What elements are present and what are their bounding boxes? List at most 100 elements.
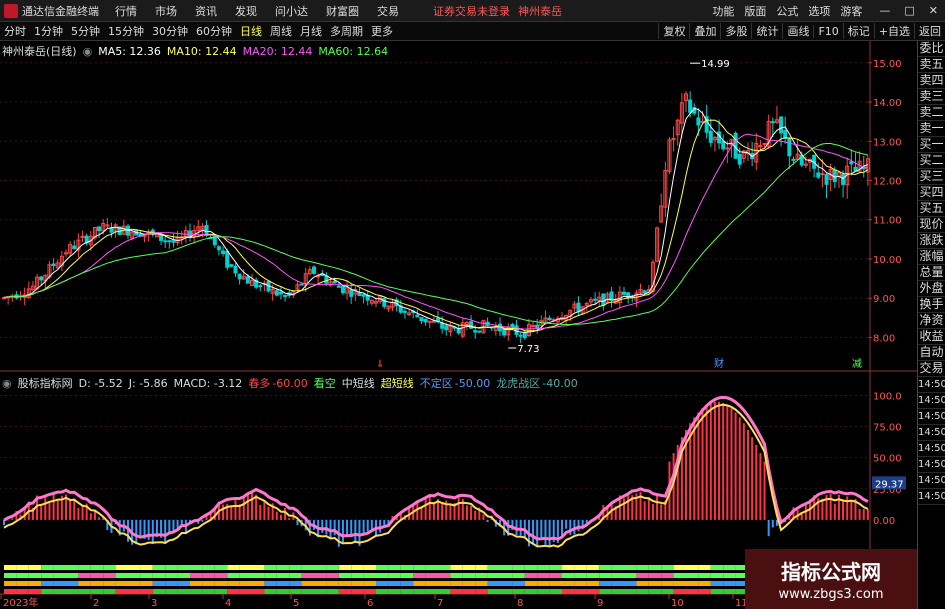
candle-body — [696, 117, 701, 126]
period-monthly[interactable]: 月线 — [296, 23, 326, 39]
legend-ma20: MA20: 12.44 — [242, 44, 313, 58]
date-axis-label: 3 — [151, 598, 157, 609]
legend-toggle-icon[interactable]: ◉ — [83, 45, 93, 58]
signal-strip-segment — [165, 589, 178, 594]
chart-area[interactable]: 15.00 14.00 13.00 12.00 11.00 10.00 9.00 8.00 10… — [0, 41, 917, 609]
tool-back[interactable]: 返回 — [914, 23, 945, 39]
user-guest[interactable]: 游客 — [840, 3, 862, 19]
side-item-buy1[interactable]: 买一 — [918, 137, 945, 153]
date-axis-label: 10 — [671, 598, 684, 609]
indicator-longhu: 龙虎战区 — [496, 377, 541, 390]
tool-huaxian[interactable]: 画线 — [782, 23, 813, 39]
minimize-icon[interactable]: — — [879, 4, 890, 17]
menu-item-caifuquan[interactable]: 财富圈 — [326, 3, 359, 19]
signal-strip-segment — [475, 565, 488, 570]
signal-strip-segment — [400, 565, 414, 570]
period-daily[interactable]: 日线 — [236, 23, 266, 39]
signal-strip-segment — [710, 589, 724, 594]
signal-strip-segment — [289, 589, 302, 594]
maximize-icon[interactable]: □ — [904, 4, 914, 17]
side-item-sell1[interactable]: 卖一 — [918, 121, 945, 137]
side-item-sell3[interactable]: 卖三 — [918, 89, 945, 105]
signal-strip-segment — [363, 581, 376, 586]
menu-item-gongneng[interactable]: 功能 — [712, 3, 734, 19]
signal-strip-segment — [289, 565, 302, 570]
side-item-net-assets[interactable]: 净资 — [918, 313, 945, 329]
side-item-outer[interactable]: 外盘 — [918, 281, 945, 297]
period-1min[interactable]: 1分钟 — [30, 23, 67, 39]
side-item-turnover[interactable]: 换手 — [918, 297, 945, 313]
side-item-buy2[interactable]: 买二 — [918, 153, 945, 169]
candle-body — [431, 320, 436, 323]
menu-item-banmian[interactable]: 版面 — [744, 3, 766, 19]
side-item-price[interactable]: 现价 — [918, 217, 945, 233]
signal-strip-segment — [90, 581, 104, 586]
signal-strip-segment — [549, 581, 562, 586]
signal-strip-segment — [599, 581, 612, 586]
period-60min[interactable]: 60分钟 — [192, 23, 236, 39]
signal-strip-segment — [698, 589, 711, 594]
signal-strip-segment — [636, 573, 649, 578]
tool-fuquan[interactable]: 复权 — [658, 23, 689, 39]
tool-tongji[interactable]: 统计 — [751, 23, 782, 39]
side-item-weibi[interactable]: 委比 — [918, 41, 945, 57]
price-tick-label: 13.00 — [873, 137, 902, 148]
signal-strip-segment — [586, 589, 600, 594]
candle-body — [402, 310, 407, 313]
tool-duogu[interactable]: 多股 — [720, 23, 751, 39]
signal-strip-segment — [78, 565, 91, 570]
signal-strip-segment — [177, 565, 190, 570]
menu-item-shichang[interactable]: 市场 — [155, 3, 177, 19]
menu-item-faxian[interactable]: 发现 — [235, 3, 257, 19]
menu-item-jiaoyi[interactable]: 交易 — [377, 3, 399, 19]
signal-strip-segment — [326, 573, 339, 578]
signal-strip-segment — [78, 573, 91, 578]
indicator-name[interactable]: 股标指标网 — [18, 375, 73, 391]
signal-strip-segment — [66, 573, 79, 578]
tool-biaoji[interactable]: 标记 — [842, 23, 874, 39]
signal-strip-segment — [214, 573, 228, 578]
menu-item-hangqing[interactable]: 行情 — [115, 3, 137, 19]
period-30min[interactable]: 30分钟 — [148, 23, 192, 39]
period-more[interactable]: 更多 — [367, 23, 397, 39]
candle-body — [535, 324, 540, 329]
event-marker: 减 — [852, 358, 862, 370]
side-item-buy5[interactable]: 买五 — [918, 201, 945, 217]
menu-item-zixun[interactable]: 资讯 — [195, 3, 217, 19]
menu-item-gongshi[interactable]: 公式 — [776, 3, 798, 19]
period-fenshi[interactable]: 分时 — [0, 23, 30, 39]
signal-strip-segment — [128, 581, 141, 586]
signal-strip-segment — [140, 573, 153, 578]
side-item-volume[interactable]: 总量 — [918, 265, 945, 281]
menu-item-xuanxiang[interactable]: 选项 — [808, 3, 830, 19]
period-weekly[interactable]: 周线 — [266, 23, 296, 39]
candle-body — [332, 280, 337, 284]
side-item-change[interactable]: 涨跌 — [918, 233, 945, 249]
side-item-buy4[interactable]: 买四 — [918, 185, 945, 201]
tool-f10[interactable]: F10 — [813, 24, 842, 38]
candle-body — [357, 292, 362, 297]
side-item-auto[interactable]: 自动 — [918, 345, 945, 361]
period-multi[interactable]: 多周期 — [326, 23, 367, 39]
tool-diejia[interactable]: 叠加 — [689, 23, 720, 39]
side-item-earnings[interactable]: 收益 — [918, 329, 945, 345]
signal-strip-segment — [53, 581, 66, 586]
period-5min[interactable]: 5分钟 — [67, 23, 104, 39]
side-item-trade[interactable]: 交易 — [918, 361, 945, 377]
side-item-buy3[interactable]: 买三 — [918, 169, 945, 185]
side-item-sell2[interactable]: 卖二 — [918, 105, 945, 121]
signal-strip-segment — [710, 565, 724, 570]
menu-item-wenxiaoda[interactable]: 问小达 — [275, 3, 308, 19]
side-item-change-pct[interactable]: 涨幅 — [918, 249, 945, 265]
indicator-buding-value: -50.00 — [454, 376, 491, 390]
legend-ma60: MA60: 12.64 — [318, 44, 389, 58]
side-item-sell5[interactable]: 卖五 — [918, 57, 945, 73]
login-status[interactable]: 证券交易未登录 — [433, 3, 510, 19]
signal-strip-segment — [4, 573, 17, 578]
indicator-toggle-icon[interactable]: ◉ — [2, 377, 12, 390]
signal-strip-segment — [661, 573, 674, 578]
tool-add-favorite[interactable]: +自选 — [873, 23, 914, 39]
period-15min[interactable]: 15分钟 — [104, 23, 148, 39]
side-item-sell4[interactable]: 卖四 — [918, 73, 945, 89]
close-icon[interactable]: ✕ — [929, 4, 938, 17]
